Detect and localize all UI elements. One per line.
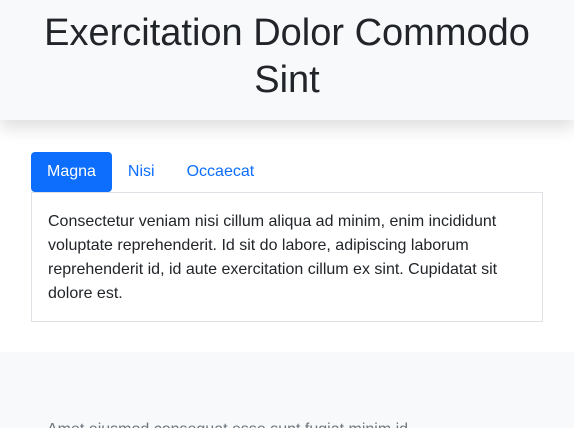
tab-panel-text: Consectetur veniam nisi cillum aliqua ad…	[48, 213, 498, 302]
tab-panel: Consectetur veniam nisi cillum aliqua ad…	[31, 192, 543, 322]
content-section: Amet eiusmod consequat esse sunt fugiat …	[0, 352, 574, 428]
page-title: Exercitation Dolor Commodo Sint	[0, 10, 574, 104]
section-text: Amet eiusmod consequat esse sunt fugiat …	[47, 418, 547, 428]
page-title-line-2: Sint	[254, 59, 320, 101]
page-title-line-1: Exercitation Dolor Commodo	[44, 12, 530, 54]
page-header: Exercitation Dolor Commodo Sint	[0, 0, 574, 120]
tab-list: Magna Nisi Occaecat	[31, 152, 270, 192]
tab-nisi[interactable]: Nisi	[112, 152, 171, 192]
tab-occaecat[interactable]: Occaecat	[171, 152, 271, 192]
tab-magna[interactable]: Magna	[31, 152, 112, 192]
